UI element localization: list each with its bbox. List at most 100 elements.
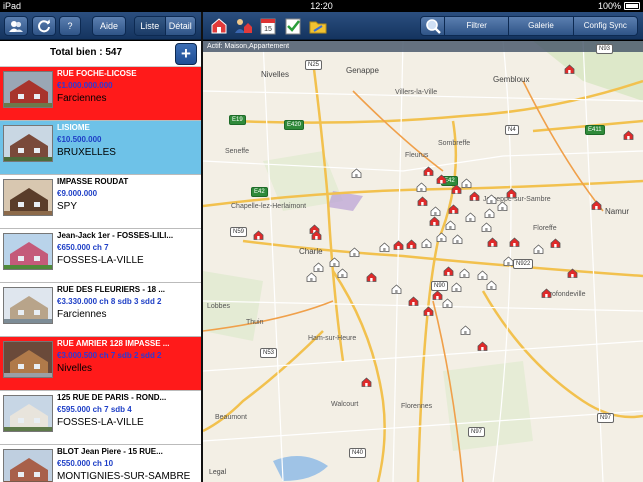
list-item[interactable]: RUE FOCHE-LICOSE €1.000.000.000 Farciennes xyxy=(0,67,201,121)
property-city: Farciennes xyxy=(57,309,107,320)
property-pin-icon[interactable] xyxy=(436,229,447,242)
property-pin-icon[interactable] xyxy=(564,61,575,74)
view-list-tab[interactable]: Liste xyxy=(135,17,165,35)
property-pin-icon[interactable] xyxy=(452,231,463,244)
map-view[interactable]: Actif: Maison,Appartement Nivelles Genap… xyxy=(203,41,643,482)
property-pin-icon[interactable] xyxy=(541,285,552,298)
property-pin-icon[interactable] xyxy=(509,234,520,247)
property-pin-icon[interactable] xyxy=(391,281,402,294)
property-pin-icon[interactable] xyxy=(379,239,390,252)
refresh-icon xyxy=(38,19,50,33)
property-pin-icon[interactable] xyxy=(366,269,377,282)
property-pin-icon[interactable] xyxy=(459,265,470,278)
property-pin-icon[interactable] xyxy=(306,269,317,282)
place-beaumont: Beaumont xyxy=(215,414,247,421)
property-pin-icon[interactable] xyxy=(461,175,472,188)
property-pin-icon[interactable] xyxy=(329,254,340,267)
list-item[interactable]: RUE DES FLEURIERS - 18 ... €3.330.000 ch … xyxy=(0,283,201,337)
aide-button[interactable]: Aide xyxy=(92,16,126,36)
users-button[interactable] xyxy=(4,16,28,36)
property-pin-icon[interactable] xyxy=(361,374,372,387)
map-actions: Filtrer Galerie Config Sync xyxy=(420,16,638,36)
list-toolbar: ? Aide Liste Détail xyxy=(0,12,201,40)
property-thumbnail xyxy=(3,341,53,378)
property-pin-icon[interactable] xyxy=(506,185,517,198)
property-pin-icon[interactable] xyxy=(481,219,492,232)
calendar-icon: 15 xyxy=(260,18,276,35)
property-pin-icon[interactable] xyxy=(393,237,404,250)
property-pin-icon[interactable] xyxy=(486,277,497,290)
property-pin-icon[interactable] xyxy=(349,244,360,257)
property-pin-icon[interactable] xyxy=(448,201,459,214)
property-pin-icon[interactable] xyxy=(451,279,462,292)
gallery-button[interactable]: Galerie xyxy=(509,17,574,35)
refresh-button[interactable] xyxy=(32,16,56,36)
property-thumbnail xyxy=(3,71,53,108)
property-pin-icon[interactable] xyxy=(487,234,498,247)
property-pin-icon[interactable] xyxy=(313,259,324,272)
property-pin-icon[interactable] xyxy=(567,265,578,278)
property-pin-icon[interactable] xyxy=(423,303,434,316)
road-n4: N4 xyxy=(505,125,519,135)
property-pin-icon[interactable] xyxy=(429,213,440,226)
property-pin-icon[interactable] xyxy=(311,227,322,240)
property-price: €595.000 ch 7 sdb 4 xyxy=(57,405,132,414)
property-pin-icon[interactable] xyxy=(460,322,471,335)
property-pin-icon[interactable] xyxy=(421,235,432,248)
search-button[interactable] xyxy=(421,17,445,35)
property-pin-icon[interactable] xyxy=(445,217,456,230)
property-pin-icon[interactable] xyxy=(465,209,476,222)
property-pin-icon[interactable] xyxy=(484,205,495,218)
list-item[interactable]: LISIOME €10.500.000 BRUXELLES xyxy=(0,121,201,175)
config-sync-button[interactable]: Config Sync xyxy=(574,17,637,35)
search-icon xyxy=(426,19,441,34)
list-item[interactable]: 125 RUE DE PARIS - ROND... €595.000 ch 7 … xyxy=(0,391,201,445)
property-pin-icon[interactable] xyxy=(497,198,508,211)
property-pin-icon[interactable] xyxy=(436,171,447,184)
property-pin-icon[interactable] xyxy=(423,163,434,176)
property-pin-icon[interactable] xyxy=(623,127,634,140)
list-item[interactable]: RUE AMRIER 128 IMPASSE ... €3.000.500 ch … xyxy=(0,337,201,391)
road-e19: E19 xyxy=(229,115,246,125)
property-pin-icon[interactable] xyxy=(253,227,264,240)
property-pin-icon[interactable] xyxy=(469,188,480,201)
property-pin-icon[interactable] xyxy=(337,265,348,278)
property-pin-icon[interactable] xyxy=(406,236,417,249)
property-pin-icon[interactable] xyxy=(550,235,561,248)
property-city: Farciennes xyxy=(57,93,107,104)
property-pin-icon[interactable] xyxy=(442,295,453,308)
property-pin-icon[interactable] xyxy=(591,197,602,210)
list-item[interactable]: IMPASSE ROUDAT €9.000.000 SPY xyxy=(0,175,201,229)
legal-link[interactable]: Legal xyxy=(209,469,226,476)
property-pin-icon[interactable] xyxy=(416,179,427,192)
property-pin-icon[interactable] xyxy=(443,263,454,276)
checklist-button[interactable] xyxy=(283,16,303,36)
total-count: Total bien : 547 xyxy=(49,47,123,58)
list-item[interactable]: BLOT Jean Piere - 15 RUE... €550.000 ch 1… xyxy=(0,445,201,482)
property-pin-icon[interactable] xyxy=(477,267,488,280)
help-button[interactable]: ? xyxy=(59,16,81,36)
property-pin-icon[interactable] xyxy=(430,203,441,216)
property-pin-icon[interactable] xyxy=(417,193,428,206)
property-pin-icon[interactable] xyxy=(533,241,544,254)
add-property-button[interactable]: + xyxy=(175,43,197,65)
property-title: 125 RUE DE PARIS - ROND... xyxy=(57,393,167,402)
property-pin-icon[interactable] xyxy=(477,338,488,351)
property-pin-icon[interactable] xyxy=(503,253,514,266)
list-item[interactable]: Jean-Jack 1er - FOSSES-LILI... €650.000 c… xyxy=(0,229,201,283)
battery-percent: 100% xyxy=(597,1,621,11)
agent-button[interactable] xyxy=(233,16,253,36)
place-thuin: Thuin xyxy=(246,319,264,326)
calendar-button[interactable]: 15 xyxy=(258,16,278,36)
folder-button[interactable] xyxy=(308,16,328,36)
house-filter-button[interactable] xyxy=(209,16,229,36)
place-namur: Namur xyxy=(605,207,630,216)
view-detail-tab[interactable]: Détail xyxy=(164,17,195,35)
property-pin-icon[interactable] xyxy=(351,165,362,178)
road-e411: E411 xyxy=(585,125,605,135)
property-pin-icon[interactable] xyxy=(486,191,497,204)
property-pin-icon[interactable] xyxy=(408,293,419,306)
filter-button[interactable]: Filtrer xyxy=(445,17,510,35)
road-n93: N93 xyxy=(596,44,614,54)
place-walcourt: Walcourt xyxy=(331,401,359,408)
